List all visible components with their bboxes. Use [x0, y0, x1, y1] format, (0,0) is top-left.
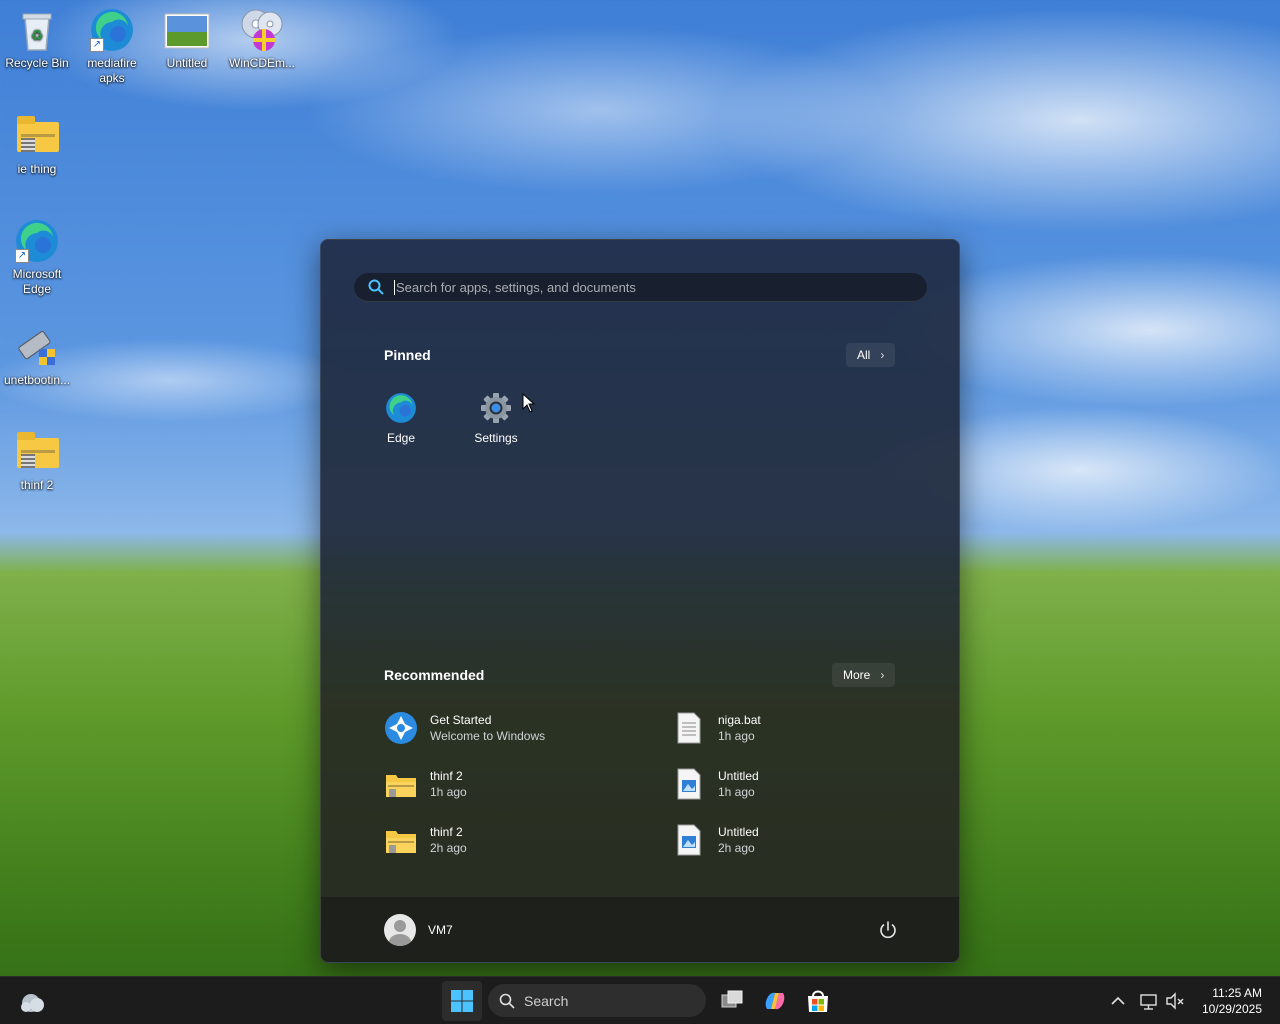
recommended-item[interactable]: niga.bat 1h ago	[672, 708, 761, 748]
desktop-icon-wincdemu[interactable]: WinCDEm...	[225, 6, 299, 71]
zip-folder-icon	[13, 428, 61, 476]
copilot-icon[interactable]	[755, 981, 795, 1021]
recommended-item-subtitle: 1h ago	[718, 729, 755, 743]
more-button[interactable]: More ›	[832, 663, 896, 687]
microsoft-store-icon[interactable]	[798, 981, 838, 1021]
zip-folder-icon	[13, 112, 61, 160]
taskbar: Search 11:25 AM 10/29/2025	[0, 976, 1280, 1024]
avatar[interactable]	[384, 914, 416, 946]
all-apps-button[interactable]: All ›	[846, 343, 896, 367]
image-file-icon	[672, 767, 706, 801]
windows-logo-icon	[451, 990, 473, 1012]
unetbootin-icon	[13, 323, 61, 371]
pinned-app-label: Settings	[474, 431, 518, 445]
desktop-icon-label: WinCDEm...	[229, 56, 295, 70]
recommended-item[interactable]: Get Started Welcome to Windows	[384, 708, 545, 748]
recommended-item-subtitle: 1h ago	[430, 785, 467, 799]
recommended-item[interactable]: thinf 2 1h ago	[384, 764, 467, 804]
zip-folder-icon	[384, 767, 418, 801]
weather-widget-icon[interactable]	[12, 981, 52, 1021]
text-file-icon	[672, 711, 706, 745]
recommended-item-title: Get Started	[430, 713, 492, 727]
pinned-app-label: Edge	[386, 431, 416, 445]
chevron-right-icon: ›	[880, 348, 885, 362]
start-search-input[interactable]	[394, 279, 914, 295]
desktop-icon-untitled[interactable]: Untitled	[150, 6, 224, 71]
gear-icon	[479, 391, 513, 425]
search-icon	[498, 992, 516, 1010]
mouse-cursor-icon	[522, 392, 536, 413]
user-name[interactable]: VM7	[428, 923, 453, 937]
recycle-bin-icon: ♻	[13, 6, 61, 54]
edge-icon: ↗	[13, 217, 61, 265]
desktop-icon-label: Untitled	[166, 56, 208, 70]
shortcut-arrow-icon: ↗	[90, 38, 104, 52]
start-menu: Pinned All › Edge	[320, 239, 960, 963]
desktop-icon-ie-thing[interactable]: ie thing	[0, 112, 74, 177]
edge-icon	[384, 391, 418, 425]
more-label: More	[843, 668, 871, 682]
desktop-icon-label: Recycle Bin	[5, 56, 69, 70]
pinned-title: Pinned	[384, 347, 431, 363]
desktop-icon-label: mediafire apks	[87, 56, 137, 85]
recommended-item-title: thinf 2	[430, 825, 463, 839]
image-file-icon	[672, 823, 706, 857]
desktop-icon-mediafire-apks[interactable]: ↗ mediafire apks	[75, 6, 149, 86]
recommended-item-subtitle: 2h ago	[430, 841, 467, 855]
disc-app-icon	[238, 6, 286, 54]
recommended-item-title: thinf 2	[430, 769, 463, 783]
recommended-item-title: niga.bat	[718, 713, 761, 727]
svg-text:♻: ♻	[31, 28, 44, 44]
zip-folder-icon	[384, 823, 418, 857]
recommended-item-subtitle: 1h ago	[718, 785, 755, 799]
clock[interactable]: 11:25 AM 10/29/2025	[1202, 985, 1262, 1017]
task-view-icon[interactable]	[712, 981, 752, 1021]
clock-date: 10/29/2025	[1201, 1002, 1262, 1016]
start-button[interactable]	[442, 981, 482, 1021]
recommended-item-subtitle: Welcome to Windows	[430, 729, 546, 743]
edge-shortcut-icon: ↗	[88, 6, 136, 54]
power-icon[interactable]	[877, 919, 899, 941]
taskbar-search[interactable]: Search	[488, 984, 706, 1017]
recommended-item-subtitle: 2h ago	[718, 841, 755, 855]
search-icon	[367, 278, 385, 296]
desktop-icon-microsoft-edge[interactable]: ↗ Microsoft Edge	[0, 217, 74, 297]
desktop-icon-label: Microsoft Edge	[12, 267, 62, 296]
desktop-icon-label: thinf 2	[20, 478, 54, 492]
chevron-up-icon[interactable]	[1104, 981, 1132, 1021]
taskbar-search-label: Search	[524, 992, 569, 1009]
volume-muted-icon[interactable]	[1162, 981, 1188, 1021]
recommended-item[interactable]: Untitled 1h ago	[672, 764, 759, 804]
recommended-item-title: Untitled	[718, 769, 759, 783]
pinned-app-edge[interactable]: Edge	[366, 391, 436, 445]
recommended-item[interactable]: thinf 2 2h ago	[384, 820, 467, 860]
desktop-icon-thinf-2[interactable]: thinf 2	[0, 428, 74, 493]
get-started-icon	[384, 711, 418, 745]
pinned-app-settings[interactable]: Settings	[461, 391, 531, 445]
clock-time: 11:25 AM	[1212, 986, 1262, 1000]
chevron-right-icon: ›	[880, 668, 885, 682]
desktop-icon-label: ie thing	[17, 162, 57, 176]
desktop-icon-recycle-bin[interactable]: ♻ Recycle Bin	[0, 6, 74, 71]
start-search-box[interactable]	[354, 273, 927, 302]
desktop-icon-label: unetbootin...	[3, 373, 71, 387]
desktop-icon-unetbootin[interactable]: unetbootin...	[0, 323, 74, 388]
recommended-title: Recommended	[384, 667, 485, 683]
image-file-icon	[163, 6, 211, 54]
start-menu-footer: VM7	[321, 896, 959, 962]
recommended-item[interactable]: Untitled 2h ago	[672, 820, 759, 860]
recommended-item-title: Untitled	[718, 825, 759, 839]
all-apps-label: All	[857, 348, 871, 362]
network-icon[interactable]	[1136, 981, 1162, 1021]
shortcut-arrow-icon: ↗	[15, 249, 29, 263]
